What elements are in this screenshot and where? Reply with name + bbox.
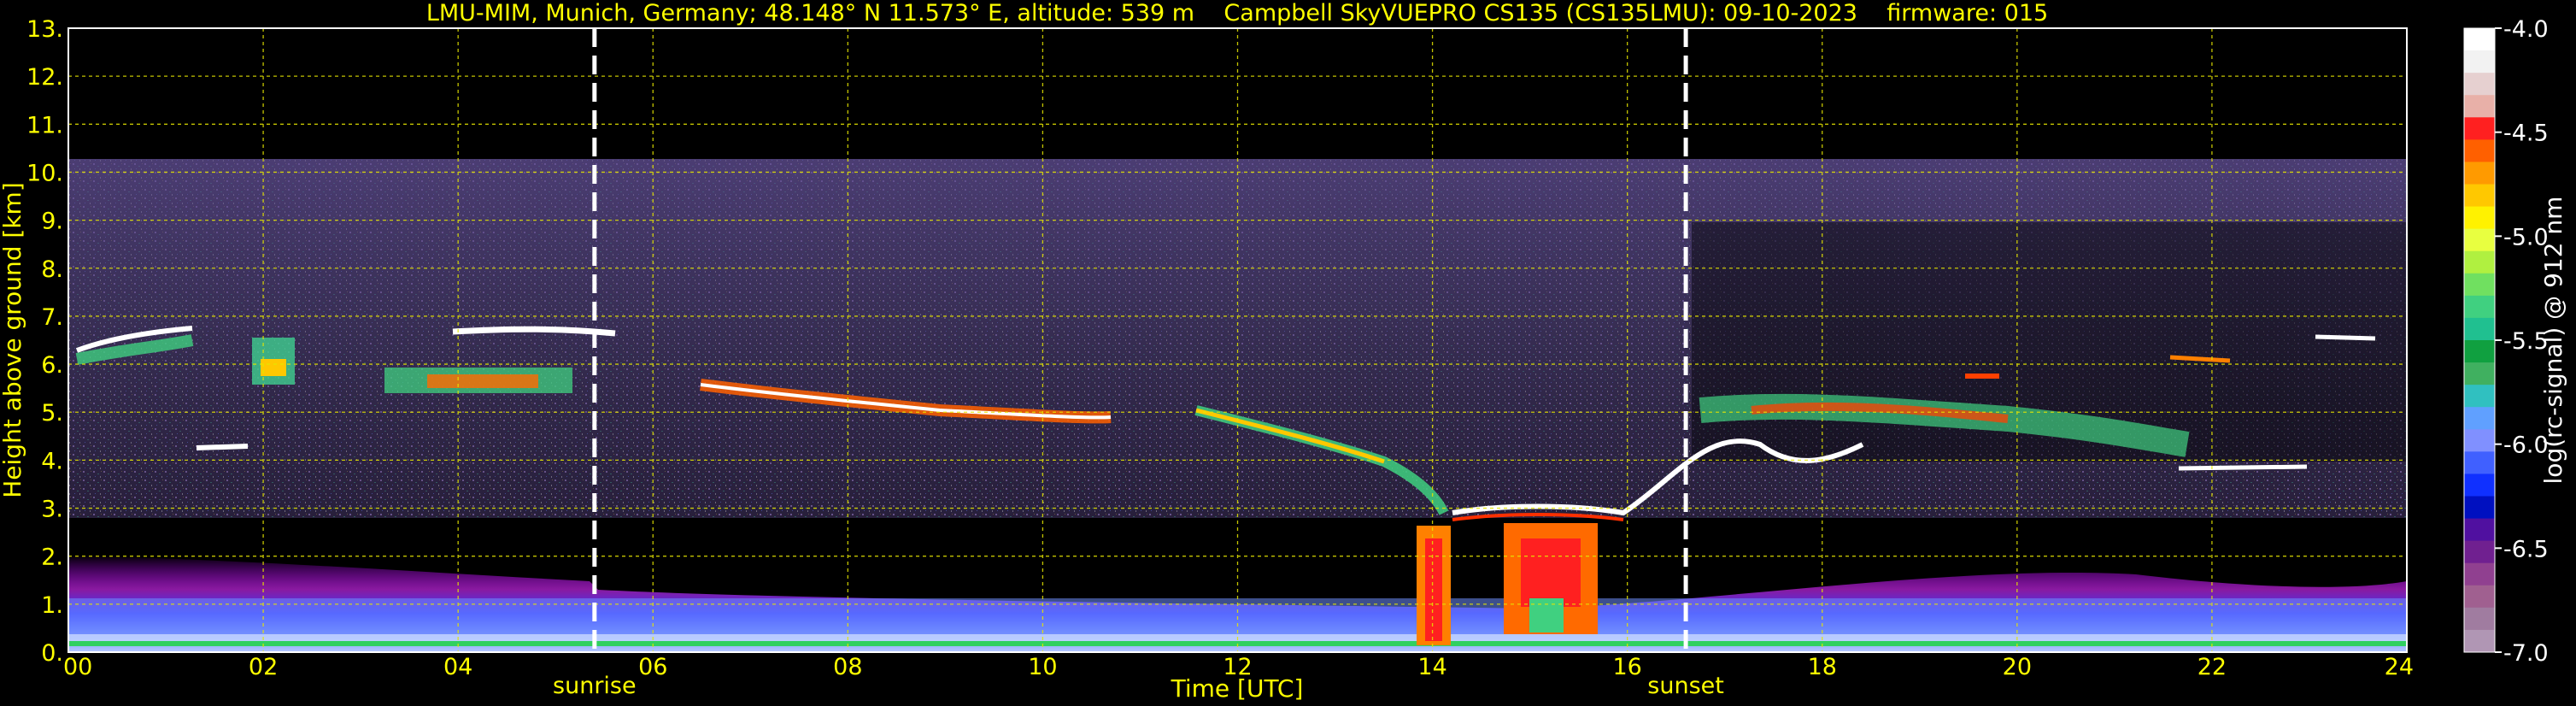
colorbar-swatch xyxy=(2464,385,2495,408)
colorbar-swatch xyxy=(2464,585,2495,609)
colorbar-swatch xyxy=(2464,429,2495,452)
x-tick-label: 16 xyxy=(1612,654,1641,680)
colorbar-swatch xyxy=(2464,607,2495,631)
colorbar-swatch xyxy=(2464,73,2495,96)
sunset-label: sunset xyxy=(1647,673,1724,699)
y-tick-label: 10. xyxy=(26,160,63,186)
colorbar-swatch xyxy=(2464,139,2495,162)
y-tick-label: 11. xyxy=(26,112,63,138)
chart-title: LMU-MIM, Munich, Germany; 48.148° N 11.5… xyxy=(426,0,2048,26)
colorbar-swatch xyxy=(2464,273,2495,297)
colorbar-tick-label: -4.5 xyxy=(2503,121,2549,147)
colorbar-swatch xyxy=(2464,162,2495,185)
y-tick-label: 3. xyxy=(41,497,63,523)
colorbar-tick-label: -7.0 xyxy=(2503,640,2549,667)
colorbar-swatch xyxy=(2464,340,2495,363)
x-tick-label: 04 xyxy=(443,654,472,680)
x-tick-label: 08 xyxy=(833,654,862,680)
x-tick-label: 10 xyxy=(1028,654,1057,680)
colorbar-swatch xyxy=(2464,295,2495,319)
y-tick-label: 7. xyxy=(41,304,63,331)
colorbar-swatch xyxy=(2464,250,2495,274)
y-tick-label: 1. xyxy=(41,592,63,619)
x-tick-label: 00 xyxy=(63,654,92,680)
x-tick-label: 18 xyxy=(1808,654,1837,680)
colorbar-tick-label: -6.5 xyxy=(2503,536,2549,562)
colorbar-label: log(rc-signal) @ 912 nm xyxy=(2539,197,2567,485)
colorbar-swatch xyxy=(2464,562,2495,586)
colorbar-swatch xyxy=(2464,518,2495,542)
colorbar-swatch xyxy=(2464,95,2495,118)
x-tick-label: 14 xyxy=(1417,654,1446,680)
colorbar xyxy=(2463,27,2496,653)
x-axis-label: Time [UTC] xyxy=(1171,674,1304,703)
colorbar-swatch xyxy=(2464,451,2495,474)
y-tick-label: 12. xyxy=(26,64,63,91)
y-tick-label: 5. xyxy=(41,400,63,427)
x-tick-label: 24 xyxy=(2385,654,2414,680)
colorbar-swatch xyxy=(2464,117,2495,140)
colorbar-swatch xyxy=(2464,228,2495,252)
ceilometer-chart: sunrise sunset 00 02 04 06 08 10 12 14 16 18 20 22 24… xyxy=(0,0,2567,703)
y-tick-label: 2. xyxy=(41,544,63,571)
colorbar-swatch xyxy=(2464,474,2495,497)
y-tick-label: 9. xyxy=(41,209,63,235)
colorbar-swatch xyxy=(2464,50,2495,74)
x-tick-label: 22 xyxy=(2198,654,2227,680)
colorbar-swatch xyxy=(2464,28,2495,51)
colorbar-swatch xyxy=(2464,184,2495,208)
x-tick-label: 20 xyxy=(2003,654,2032,680)
colorbar-tick-label: -4.0 xyxy=(2503,16,2549,43)
y-tick-label: 6. xyxy=(41,352,63,379)
y-axis-label: Height above ground [km] xyxy=(0,182,26,498)
colorbar-swatch xyxy=(2464,496,2495,520)
colorbar-swatch xyxy=(2464,629,2495,653)
colorbar-swatch xyxy=(2464,317,2495,341)
colorbar-swatch xyxy=(2464,540,2495,564)
colorbar-swatch xyxy=(2464,362,2495,385)
sunrise-label: sunrise xyxy=(553,673,637,699)
colorbar-swatch xyxy=(2464,407,2495,430)
y-tick-label: 4. xyxy=(41,448,63,474)
y-tick-label: 13. xyxy=(26,16,63,43)
y-tick-label: 8. xyxy=(41,256,63,283)
colorbar-swatch xyxy=(2464,206,2495,230)
plot-area xyxy=(68,28,2407,652)
x-tick-label: 06 xyxy=(638,654,667,680)
y-tick-labels: 0. 1. 2. 3. 4. 5. 6. 7. 8. 9. 10. 11. 12. 13. xyxy=(26,16,63,667)
y-tick-label: 0. xyxy=(41,640,63,667)
x-tick-label: 02 xyxy=(249,654,278,680)
